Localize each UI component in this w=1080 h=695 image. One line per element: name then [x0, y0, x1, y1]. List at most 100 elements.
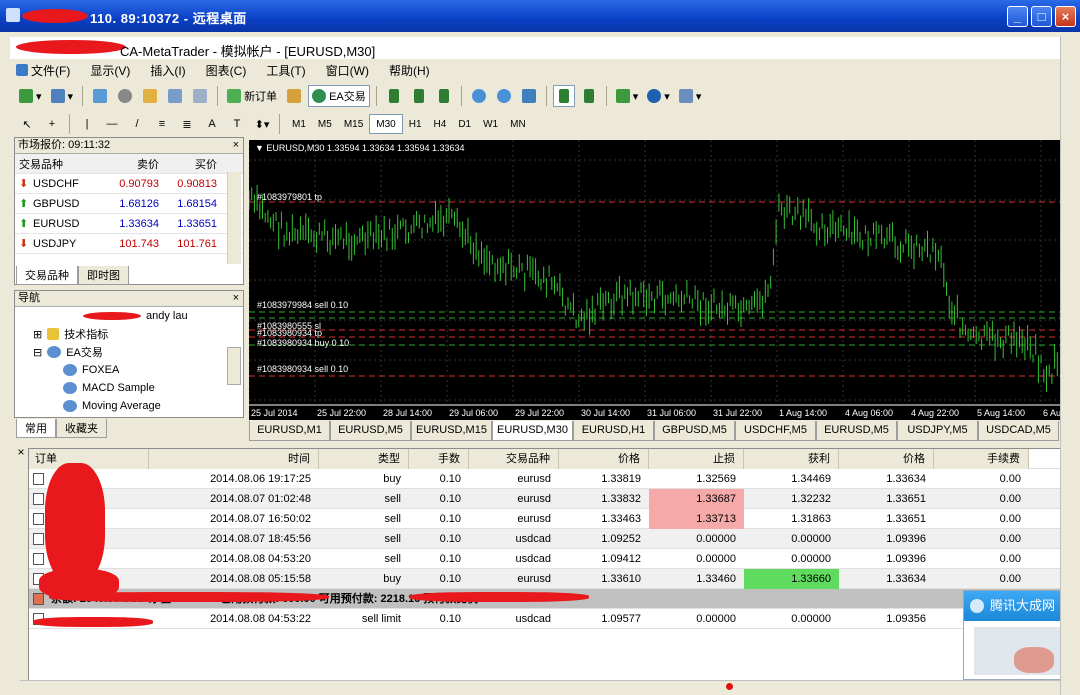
timeframe-d1[interactable]: D1 [452, 114, 477, 134]
col-symbol[interactable]: 交易品种 [15, 156, 95, 172]
menu-item[interactable]: 工具(T) [256, 62, 315, 79]
vertical-line-icon[interactable]: | [76, 113, 98, 135]
order-row[interactable]: 2014.08.06 19:17:25 buy 0.10 eurusd 1.33819 1… [29, 469, 1061, 489]
chart-canvas[interactable]: ▼ EURUSD,M30 1.33594 1.33634 1.33594 1.3… [248, 140, 1080, 420]
terminal-close-icon[interactable]: × [14, 445, 28, 459]
close-button[interactable]: × [1055, 6, 1076, 27]
terminal-toggle[interactable] [164, 85, 186, 107]
chart-tab[interactable]: GBPUSD,M5 [654, 421, 735, 441]
minimize-button[interactable]: _ [1007, 6, 1028, 27]
col-bid[interactable]: 卖价 [95, 156, 163, 172]
market-watch-scrollbar[interactable] [227, 172, 241, 264]
bar-chart-button[interactable] [383, 85, 405, 107]
nav-account[interactable]: andy lau [23, 307, 243, 325]
metaeditor-button[interactable] [283, 85, 305, 107]
chart-tab[interactable]: USDCHF,M5 [735, 421, 816, 441]
chart-tab[interactable]: USDJPY,M5 [897, 421, 978, 441]
timeframe-m30[interactable]: M30 [369, 114, 403, 134]
cell: sell [384, 553, 401, 565]
timeframe-m15[interactable]: M15 [338, 114, 369, 134]
expand-icon[interactable]: ⊞ [33, 328, 42, 341]
timeframe-mn[interactable]: MN [504, 114, 532, 134]
close-icon[interactable]: × [233, 138, 239, 153]
timeframe-w1[interactable]: W1 [477, 114, 504, 134]
navigator-scrollbar[interactable] [227, 347, 241, 385]
chart-tab[interactable]: EURUSD,H1 [573, 421, 654, 441]
remote-desktop-titlebar[interactable]: 110. 89:10372 - 远程桌面 _ □ × [0, 0, 1080, 32]
menu-item[interactable]: 插入(I) [140, 62, 195, 79]
timeframe-h1[interactable]: H1 [403, 114, 428, 134]
market-watch-row[interactable]: ⬆ GBPUSD 1.68126 1.68154 [15, 194, 243, 214]
chart-tab[interactable]: EURUSD,M5 [330, 421, 411, 441]
nav-ea-label: Moving Average [82, 400, 161, 412]
new-chart-button[interactable]: ▾ [16, 85, 45, 107]
chart-tab[interactable]: EURUSD,M30 [492, 421, 573, 441]
tab-tick-chart[interactable]: 即时图 [78, 266, 129, 285]
cursor-icon[interactable]: ↖ [16, 113, 38, 135]
profiles-button[interactable]: ▾ [48, 85, 77, 107]
new-order-button[interactable]: 新订单 [224, 85, 280, 107]
menu-item[interactable]: 文件(F) [10, 62, 80, 79]
tab-symbols[interactable]: 交易品种 [16, 266, 78, 285]
autoscroll-button[interactable] [552, 85, 575, 107]
zoom-in-button[interactable] [468, 85, 490, 107]
chart-tab[interactable]: EURUSD,M1 [249, 421, 330, 441]
chart-shift-button[interactable] [578, 85, 600, 107]
menu-item[interactable]: 窗口(W) [316, 62, 379, 79]
timeframe-h4[interactable]: H4 [428, 114, 453, 134]
periods-button[interactable]: ▾ [644, 85, 673, 107]
horizontal-scrollbar[interactable] [20, 680, 1060, 694]
order-row[interactable]: 2014.08.07 18:45:56 sell 0.10 usdcad 1.09252… [29, 529, 1061, 549]
market-watch-toggle[interactable] [89, 85, 111, 107]
menu-item[interactable]: 帮助(H) [379, 62, 440, 79]
line-chart-button[interactable] [433, 85, 455, 107]
timeframe-m5[interactable]: M5 [312, 114, 338, 134]
navigator-toggle[interactable] [139, 85, 161, 107]
nav-ea-item[interactable]: FOXEA [23, 361, 243, 379]
nav-ea-item[interactable]: MACD Sample [23, 379, 243, 397]
arrows-icon[interactable]: ⬍▾ [251, 113, 273, 135]
pending-order-row[interactable]: 2014.08.08 04:53:22 sell limit 0.10 usdcad 1… [29, 609, 1061, 629]
zoom-out-button[interactable] [493, 85, 515, 107]
fibonacci-icon[interactable]: ≣ [176, 113, 198, 135]
vertical-scrollbar[interactable] [1060, 36, 1080, 695]
market-watch-row[interactable]: ⬇ USDCHF 0.90793 0.90813 [15, 174, 243, 194]
text-icon[interactable]: A [201, 113, 223, 135]
collapse-icon[interactable]: ⊟ [33, 346, 42, 359]
indicators-button[interactable]: ▾ [613, 85, 642, 107]
horizontal-line-icon[interactable]: — [101, 113, 123, 135]
data-window-toggle[interactable] [114, 85, 136, 107]
ea-trading-button[interactable]: EA交易 [308, 85, 370, 107]
tab-favorites[interactable]: 收藏夹 [56, 419, 107, 438]
chart-tab[interactable]: USDCAD,M5 [978, 421, 1059, 441]
nav-expert-advisors[interactable]: ⊟ EA交易 [23, 343, 243, 361]
order-row[interactable]: 2014.08.07 01:02:48 sell 0.10 eurusd 1.33832… [29, 489, 1061, 509]
menu-item[interactable]: 显示(V) [80, 62, 140, 79]
market-watch-row[interactable]: ⬆ EURUSD 1.33634 1.33651 [15, 214, 243, 234]
maximize-button[interactable]: □ [1031, 6, 1052, 27]
order-row[interactable]: 2014.08.07 16:50:02 sell 0.10 eurusd 1.33463… [29, 509, 1061, 529]
tab-common[interactable]: 常用 [16, 419, 56, 438]
order-icon [33, 513, 44, 525]
equidistant-channel-icon[interactable]: ≡ [151, 113, 173, 135]
menu-item[interactable]: 图表(C) [196, 62, 257, 79]
trendline-icon[interactable]: / [126, 113, 148, 135]
tile-windows-button[interactable] [518, 85, 540, 107]
order-row[interactable]: 2014.08.08 04:53:20 sell 0.10 usdcad 1.09412… [29, 549, 1061, 569]
chart-tab[interactable]: EURUSD,M15 [411, 421, 492, 441]
text-label-icon[interactable]: T [226, 113, 248, 135]
terminal-header-row[interactable]: 订单 时间 类型 手数 交易品种 价格 止损 获利 价格 手续费 [29, 449, 1061, 469]
nav-ea-item[interactable]: Moving Average [23, 397, 243, 415]
templates-button[interactable]: ▾ [676, 85, 705, 107]
candlestick-button[interactable] [408, 85, 430, 107]
timeframe-m1[interactable]: M1 [286, 114, 312, 134]
col-ask[interactable]: 买价 [163, 156, 221, 172]
order-row[interactable]: 2014.08.08 05:15:58 buy 0.10 eurusd 1.33610 1… [29, 569, 1061, 589]
close-icon[interactable]: × [233, 291, 239, 306]
nav-indicators[interactable]: ⊞ 技术指标 [23, 325, 243, 343]
price-chart[interactable]: ▼ EURUSD,M30 1.33594 1.33634 1.33594 1.3… [248, 140, 1080, 420]
chart-tab[interactable]: EURUSD,M5 [816, 421, 897, 441]
crosshair-icon[interactable]: + [41, 113, 63, 135]
strategy-tester-toggle[interactable] [189, 85, 211, 107]
market-watch-row[interactable]: ⬇ USDJPY 101.743 101.761 [15, 234, 243, 254]
